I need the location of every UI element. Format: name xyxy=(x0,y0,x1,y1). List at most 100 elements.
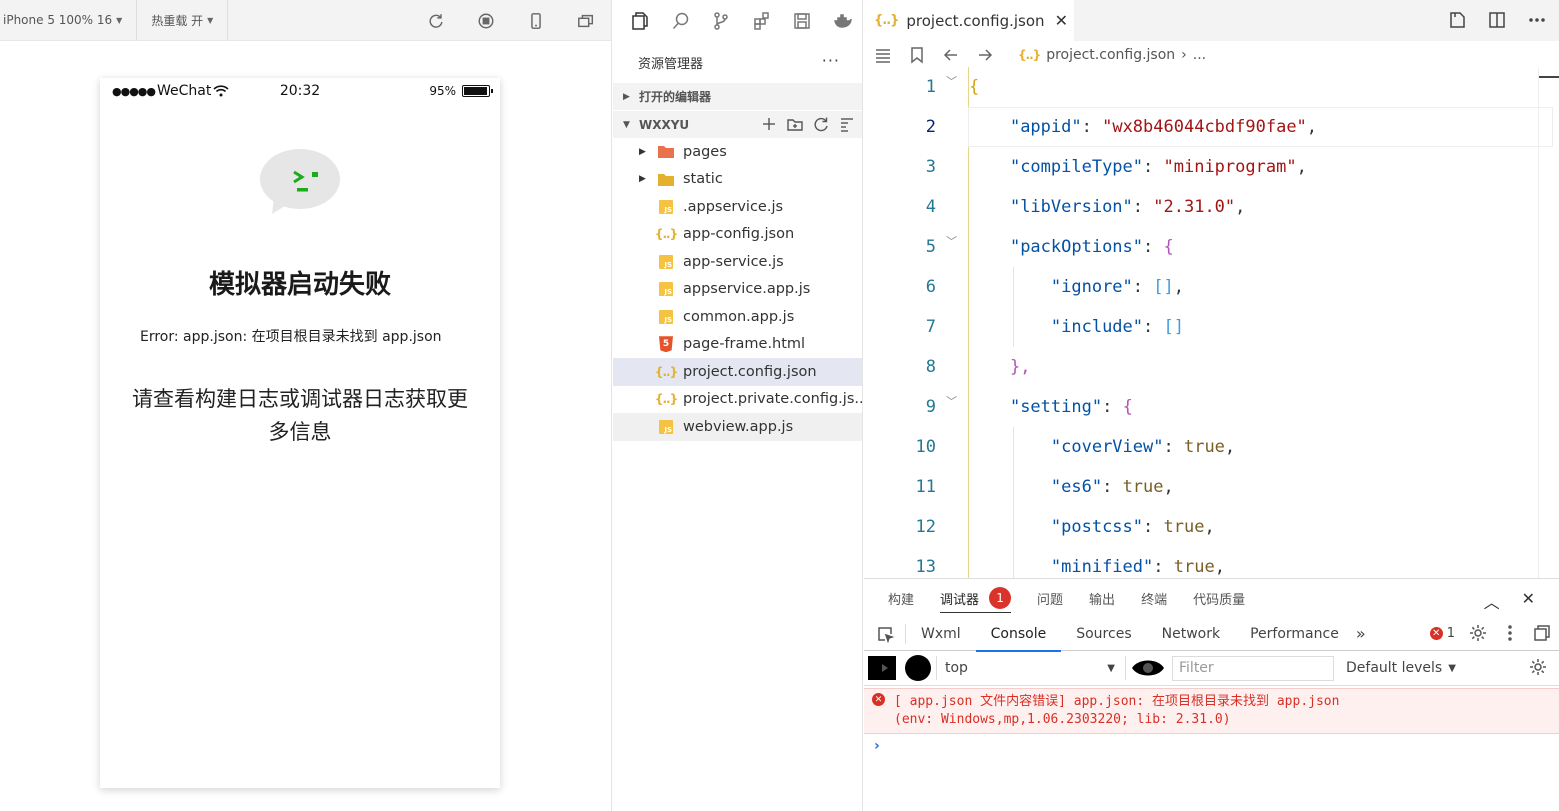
code-line[interactable]: 4 "libVersion": "2.31.0", xyxy=(864,187,1559,227)
status-bar: ●●●●● WeChat 20:32 95% xyxy=(100,78,500,106)
bookmark-icon[interactable] xyxy=(908,46,926,64)
code-line[interactable]: 6 "ignore": [], xyxy=(864,267,1559,307)
file-item[interactable]: JS webview.app.js xyxy=(613,413,862,441)
close-icon[interactable]: ✕ xyxy=(1055,11,1068,30)
tab-output[interactable]: 输出 xyxy=(1089,579,1115,617)
file-item[interactable]: {..} project.private.config.js... xyxy=(613,386,862,414)
code-line[interactable]: 3 "compileType": "miniprogram", xyxy=(864,147,1559,187)
open-preview-icon[interactable] xyxy=(1447,10,1467,30)
scrollbar-track[interactable] xyxy=(1538,67,1539,578)
code-line[interactable]: 12 "postcss": true, xyxy=(864,507,1559,547)
json-value: [] xyxy=(1153,277,1174,297)
code-line[interactable]: 2 "appid": "wx8b46044cbdf90fae", xyxy=(864,107,1559,147)
split-editor-icon[interactable] xyxy=(1487,10,1507,30)
hot-reload-selector[interactable]: 热重载 开 ▼ xyxy=(137,0,229,41)
more-tabs-icon[interactable]: » xyxy=(1356,624,1366,643)
fold-chevron-icon[interactable]: ﹀ xyxy=(946,73,957,89)
tab-terminal[interactable]: 终端 xyxy=(1141,579,1167,617)
gear-icon[interactable] xyxy=(1469,624,1487,642)
source-control-button[interactable] xyxy=(702,0,741,41)
file-item[interactable]: JS app-service.js xyxy=(613,248,862,276)
open-editors-section[interactable]: ▶ 打开的编辑器 xyxy=(613,83,862,110)
detach-window-button[interactable] xyxy=(561,0,611,41)
file-item[interactable]: {..} app-config.json xyxy=(613,221,862,249)
code-line[interactable]: 7 "include": [] xyxy=(864,307,1559,347)
device-selector[interactable]: iPhone 5 100% 16 ▼ xyxy=(0,0,138,41)
fold-chevron-icon[interactable]: ﹀ xyxy=(946,233,957,249)
forward-arrow-icon[interactable] xyxy=(976,46,994,64)
docker-button[interactable] xyxy=(824,0,863,41)
json-file-icon: {..} xyxy=(874,13,899,28)
inspect-button[interactable] xyxy=(864,623,906,644)
extensions-button[interactable] xyxy=(743,0,782,41)
refresh-button[interactable] xyxy=(411,0,461,41)
clear-console-button[interactable] xyxy=(900,650,936,686)
stop-button[interactable] xyxy=(461,0,511,41)
chevron-right-icon: ▶ xyxy=(639,174,646,185)
tab-problems[interactable]: 问题 xyxy=(1037,579,1063,617)
phone-button[interactable] xyxy=(511,0,561,41)
editor-tab[interactable]: {..} project.config.json ✕ xyxy=(864,0,1074,41)
list-icon[interactable] xyxy=(874,46,892,64)
chevron-up-icon[interactable]: ︿ xyxy=(1484,589,1500,613)
files-icon xyxy=(632,11,648,30)
file-item[interactable]: 5 page-frame.html xyxy=(613,331,862,359)
sidebar-toggle-button[interactable] xyxy=(864,650,900,686)
console-error-message[interactable]: ✕ [ app.json 文件内容错误] app.json: 在项目根目录未找到… xyxy=(864,688,1559,734)
tab-label: 代码质量 xyxy=(1193,592,1246,608)
error-counter[interactable]: ✕ 1 xyxy=(1429,626,1455,641)
file-label: app-config.json xyxy=(683,226,795,243)
file-item[interactable]: JS .appservice.js xyxy=(613,193,862,221)
new-folder-icon[interactable] xyxy=(786,115,804,133)
tab-debugger[interactable]: 调试器 1 xyxy=(940,579,1012,617)
devtools-tab-console[interactable]: Console xyxy=(975,617,1062,652)
devtools-tab-performance[interactable]: Performance xyxy=(1235,617,1354,651)
code-line[interactable]: 13 "minified": true, xyxy=(864,547,1559,578)
kebab-menu-icon[interactable] xyxy=(1501,624,1519,642)
fold-chevron-icon[interactable]: ﹀ xyxy=(946,393,957,409)
folder-item[interactable]: ▶ static xyxy=(613,166,862,194)
console-settings-button[interactable] xyxy=(1529,658,1547,680)
line-number: 4 xyxy=(925,197,936,217)
console-prompt[interactable]: › xyxy=(864,734,1559,754)
filter-input[interactable]: Filter xyxy=(1172,655,1334,681)
log-levels-selector[interactable]: Default levels ▼ xyxy=(1346,660,1456,676)
gear-icon xyxy=(1530,659,1546,675)
back-arrow-icon[interactable] xyxy=(942,46,960,64)
bottom-panel: 构建 调试器 1 问题 输出 终端 代码质量 ︿ ✕ Wxml Console S… xyxy=(864,578,1559,811)
file-item[interactable]: {..} project.config.json xyxy=(613,358,862,386)
code-line[interactable]: 1 ﹀ { xyxy=(864,67,1559,107)
more-actions-icon[interactable] xyxy=(1527,10,1547,30)
explorer-button[interactable] xyxy=(621,0,660,41)
code-line[interactable]: 9 ﹀ "setting": { xyxy=(864,387,1559,427)
more-actions-icon[interactable]: ··· xyxy=(822,51,840,70)
close-icon[interactable]: ✕ xyxy=(1522,589,1535,613)
json-key: "ignore" xyxy=(1050,277,1133,297)
dock-icon[interactable] xyxy=(1533,624,1551,642)
breadcrumb-file[interactable]: {..} project.config.json › ... xyxy=(1018,47,1206,63)
folder-item[interactable]: ▶ pages xyxy=(613,138,862,166)
context-label: top xyxy=(945,660,968,676)
collapse-all-icon[interactable] xyxy=(838,115,856,133)
tab-build[interactable]: 构建 xyxy=(888,579,914,617)
code-line[interactable]: 10 "coverView": true, xyxy=(864,427,1559,467)
code-area[interactable]: 1 ﹀{2 "appid": "wx8b46044cbdf90fae", 3 "co… xyxy=(864,67,1559,578)
code-line[interactable]: 5 ﹀ "packOptions": { xyxy=(864,227,1559,267)
file-item[interactable]: JS appservice.app.js xyxy=(613,276,862,304)
search-button[interactable] xyxy=(662,0,701,41)
project-root-section[interactable]: ▼ WXXYU xyxy=(613,111,862,138)
devtools-tab-sources[interactable]: Sources xyxy=(1061,617,1146,651)
devtools-tab-network[interactable]: Network xyxy=(1147,617,1235,651)
console-error-text: [ app.json 文件内容错误] app.json: 在项目根目录未找到 a… xyxy=(894,694,1340,709)
file-item[interactable]: JS common.app.js xyxy=(613,303,862,331)
devtools-tab-wxml[interactable]: Wxml xyxy=(906,617,976,651)
refresh-icon[interactable] xyxy=(812,115,830,133)
tab-code-quality[interactable]: 代码质量 xyxy=(1193,579,1245,617)
new-file-icon[interactable] xyxy=(760,115,778,133)
code-line[interactable]: 8 }, xyxy=(864,347,1559,387)
battery-icon xyxy=(462,85,493,97)
live-expression-button[interactable] xyxy=(1130,650,1166,686)
save-button[interactable] xyxy=(783,0,822,41)
context-selector[interactable]: top ▼ xyxy=(936,656,1126,680)
code-line[interactable]: 11 "es6": true, xyxy=(864,467,1559,507)
